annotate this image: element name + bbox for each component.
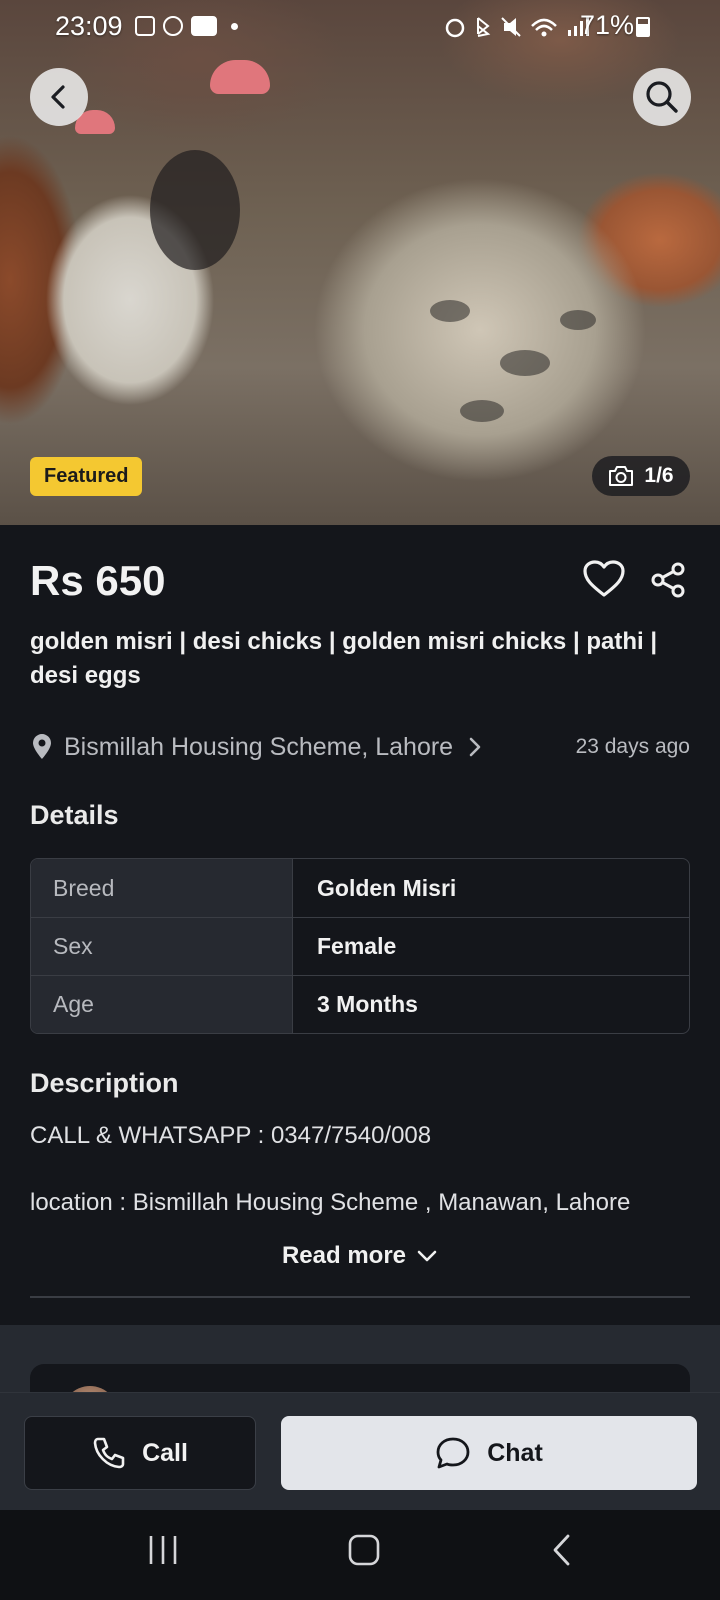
featured-badge: Featured (30, 457, 143, 496)
status-time: 23:09 (55, 10, 123, 41)
chat-button[interactable]: Chat (281, 1416, 697, 1490)
location-pin-icon (33, 734, 51, 759)
gallery-icon (134, 16, 155, 36)
listing-photo[interactable] (0, 0, 720, 525)
listing-title: golden misri | desi chicks | golden misr… (30, 628, 658, 689)
notification-icons (134, 16, 238, 36)
photo-counter[interactable]: 1/6 (592, 456, 690, 496)
description-text: CALL & WHATSAPP : 0347/7540/008 (30, 1122, 432, 1149)
details-row: Age 3 Months (31, 975, 689, 1033)
read-more-button[interactable]: Read more (0, 1242, 720, 1270)
call-label: Call (142, 1438, 188, 1467)
share-icon[interactable] (650, 562, 686, 598)
description-heading: Description (30, 1068, 179, 1098)
details-value: Golden Misri (317, 874, 457, 901)
photo-detail (500, 350, 550, 376)
details-key: Sex (31, 918, 293, 975)
status-bar: 23:09 71% (0, 0, 720, 52)
back-nav-icon[interactable] (550, 1532, 574, 1568)
phone-icon (93, 1437, 125, 1469)
photo-detail (560, 310, 596, 330)
posted-time: 23 days ago (575, 735, 690, 758)
details-key: Age (31, 976, 293, 1033)
location-row[interactable]: Bismillah Housing Scheme, Lahore 23 days… (30, 725, 690, 769)
photo-detail (430, 300, 470, 322)
details-heading: Details (30, 800, 119, 830)
details-row: Breed Golden Misri (31, 859, 689, 917)
chevron-down-icon (417, 1250, 437, 1262)
location-text: Bismillah Housing Scheme, Lahore (64, 732, 454, 761)
camera-icon (609, 466, 634, 486)
facebook-icon (162, 16, 183, 36)
system-nav-bar (0, 1510, 720, 1600)
listing-content: Rs 650 golden misri | desi chicks | gold… (0, 525, 720, 1325)
details-value: 3 Months (317, 991, 418, 1017)
description-text: location : Bismillah Housing Scheme , Ma… (30, 1189, 631, 1216)
photo-detail (210, 60, 270, 94)
details-value: Female (317, 933, 397, 959)
battery-icon (636, 17, 650, 37)
details-table: Breed Golden Misri Sex Female Age 3 Mont… (30, 858, 690, 1034)
photo-counter-text: 1/6 (644, 464, 674, 487)
read-more-label: Read more (281, 1242, 407, 1269)
divider (30, 1296, 690, 1298)
details-row: Sex Female (31, 917, 689, 975)
favorite-heart-icon[interactable] (583, 560, 625, 598)
contact-action-bar: Call Chat (0, 1392, 720, 1510)
search-icon (646, 81, 678, 113)
recents-icon[interactable] (148, 1532, 178, 1568)
photo-detail (460, 400, 504, 422)
back-button[interactable] (30, 68, 88, 126)
details-key: Breed (31, 859, 293, 917)
call-button[interactable]: Call (24, 1416, 256, 1490)
home-icon[interactable] (348, 1532, 380, 1568)
chevron-right-icon (469, 737, 481, 757)
photo-detail (150, 150, 240, 270)
chat-label: Chat (487, 1438, 543, 1467)
battery-percent: 71% (579, 10, 634, 40)
chat-bubble-icon (436, 1437, 470, 1469)
listing-price: Rs 650 (30, 557, 166, 604)
youtube-icon (190, 16, 217, 36)
chevron-left-icon (51, 85, 65, 109)
more-notifications-icon (230, 22, 238, 30)
search-button[interactable] (633, 68, 691, 126)
